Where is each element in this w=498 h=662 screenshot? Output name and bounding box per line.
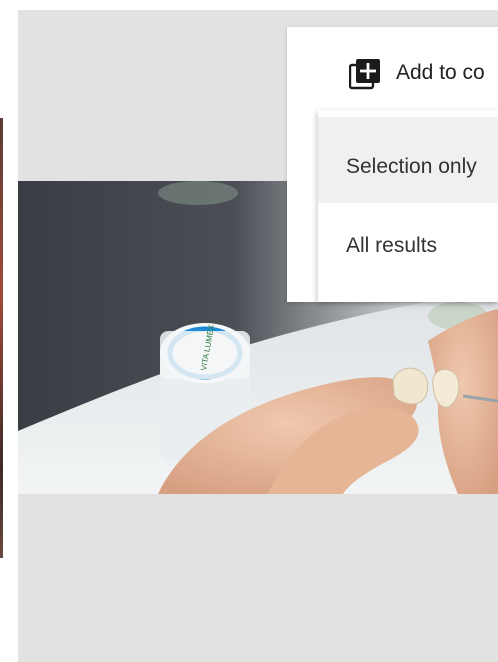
add-scope-dropdown-menu: Selection only All results [318,110,498,302]
add-to-collection-button[interactable]: Add to co [287,27,498,117]
left-panel-edge [0,0,18,662]
menu-item-label: All results [346,234,438,257]
add-to-collection-icon [349,59,380,90]
menu-item-label: Selection only [346,155,477,178]
menu-item-selection-only[interactable]: Selection only [318,117,498,203]
add-to-collection-label: Add to co [396,61,485,84]
adjacent-image-edge [0,118,3,558]
menu-item-all-results[interactable]: All results [318,203,498,289]
